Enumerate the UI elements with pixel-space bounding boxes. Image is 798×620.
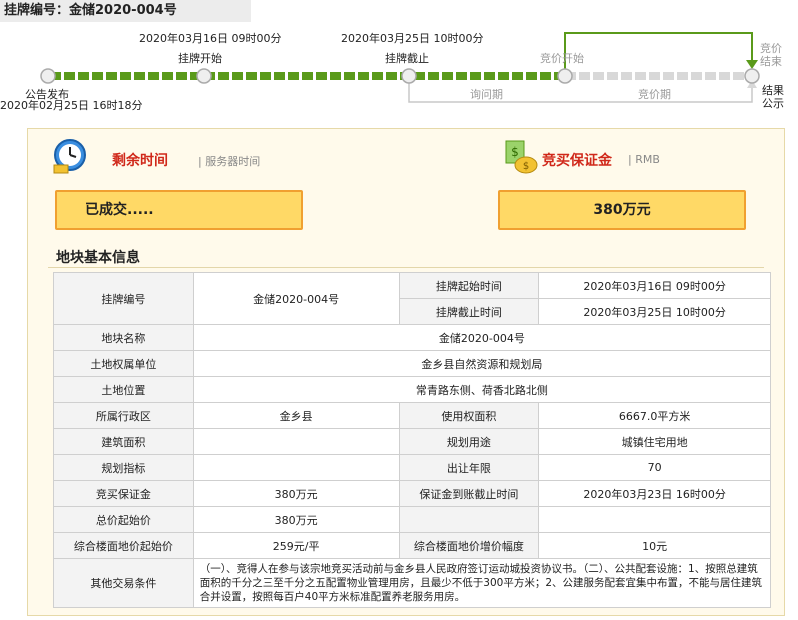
cell-value: 70	[538, 454, 771, 481]
table-row: 所属行政区 金乡县 使用权面积 6667.0平方米	[53, 402, 771, 429]
cell-key: 挂牌截止时间	[398, 298, 540, 325]
cell-value: 380万元	[192, 506, 400, 533]
node-listing-start	[196, 68, 212, 84]
table-row: 其他交易条件 （一）、竞得人在参与该宗地竞买活动前与金乡县人民政府签订运动城投资…	[53, 558, 772, 608]
cell-value: 金储2020-004号	[192, 272, 400, 325]
cell-value: 金乡县自然资源和规划局	[192, 350, 772, 377]
cell-key: 挂牌编号	[53, 272, 194, 325]
deposit-value-box: 380万元	[498, 190, 746, 230]
cell-empty	[538, 506, 771, 533]
cell-key: 建筑面积	[53, 428, 194, 455]
node-announce	[40, 68, 56, 84]
cell-value: 城镇住宅用地	[538, 428, 771, 455]
node-bidding-end	[744, 68, 760, 84]
section-title: 地块基本信息	[56, 250, 140, 266]
phase-bidding: 竞价期	[638, 88, 671, 101]
cell-value	[192, 428, 400, 455]
deposit-unit-label: | RMB	[628, 153, 660, 166]
table-row: 地块名称 金储2020-004号	[53, 324, 772, 351]
cell-empty	[398, 506, 540, 533]
table-row: 挂牌编号 金储2020-004号 挂牌起始时间 2020年03月16日 09时0…	[53, 272, 771, 325]
table-row: 土地位置 常青路东侧、荷香北路北侧	[53, 376, 772, 403]
money-bag-icon: $ $	[505, 140, 538, 174]
deposit-label: 竞买保证金	[542, 153, 612, 169]
bidding-end-label: 竞价结束	[760, 42, 782, 68]
listing-start-label: 挂牌开始	[178, 52, 222, 65]
server-time-label[interactable]: | 服务器时间	[198, 153, 260, 169]
cell-key: 规划用途	[398, 428, 540, 455]
cell-value	[192, 454, 400, 481]
cell-value: 259元/平	[192, 532, 400, 559]
cell-value-long: （一）、竞得人在参与该宗地竞买活动前与金乡县人民政府签订运动城投资协议书。（二）…	[192, 558, 772, 608]
cell-key: 土地位置	[53, 376, 194, 403]
cell-key: 保证金到账截止时间	[398, 480, 540, 507]
listing-end-label: 挂牌截止	[385, 52, 429, 65]
land-info-table: 挂牌编号 金储2020-004号 挂牌起始时间 2020年03月16日 09时0…	[53, 272, 772, 608]
cell-value: 2020年03月16日 09时00分	[538, 272, 771, 299]
phase-bracket	[408, 82, 753, 103]
cell-key: 总价起始价	[53, 506, 194, 533]
cell-value: 2020年03月23日 16时00分	[538, 480, 771, 507]
cell-key: 出让年限	[398, 454, 540, 481]
table-row: 竞买保证金 380万元 保证金到账截止时间 2020年03月23日 16时00分	[53, 480, 771, 507]
remaining-time-box: 已成交.....	[55, 190, 303, 230]
listing-number-header: 挂牌编号：金储2020-004号	[0, 0, 251, 22]
progress-timeline: 2020年03月16日 09时00分 挂牌开始 2020年03月25日 10时0…	[0, 22, 798, 122]
cell-key: 综合楼面地价起始价	[53, 532, 194, 559]
table-row: 综合楼面地价起始价 259元/平 综合楼面地价增价幅度 10元	[53, 532, 771, 559]
table-row: 土地权属单位 金乡县自然资源和规划局	[53, 350, 772, 377]
announce-time: 2020年02月25日 16时18分	[0, 99, 143, 112]
cell-key: 挂牌起始时间	[398, 272, 540, 299]
bidding-start-label: 竞价开始	[540, 52, 584, 65]
cell-key: 其他交易条件	[53, 558, 194, 608]
cell-key: 地块名称	[53, 324, 194, 351]
cell-value: 380万元	[192, 480, 400, 507]
result-label: 结果公示	[762, 84, 784, 110]
svg-text:$: $	[523, 161, 529, 172]
cell-key: 规划指标	[53, 454, 194, 481]
table-row: 建筑面积 规划用途 城镇住宅用地	[53, 428, 771, 455]
node-listing-end	[401, 68, 417, 84]
timeline-arrow-head-icon	[746, 60, 758, 69]
auction-panel: 剩余时间 | 服务器时间 $ $ 竞买保证金 | RMB 已成交..... 38…	[27, 128, 785, 616]
listing-end-time: 2020年03月25日 10时00分	[341, 32, 484, 45]
cell-value: 常青路东侧、荷香北路北侧	[192, 376, 772, 403]
table-row: 总价起始价 380万元	[53, 506, 771, 533]
cell-value: 6667.0平方米	[538, 402, 771, 429]
cell-value: 10元	[538, 532, 771, 559]
cell-value: 金乡县	[192, 402, 400, 429]
listing-start-time: 2020年03月16日 09时00分	[139, 32, 282, 45]
phase-inquiry: 询问期	[470, 88, 503, 101]
cell-key: 竞买保证金	[53, 480, 194, 507]
table-row: 规划指标 出让年限 70	[53, 454, 771, 481]
cell-key: 土地权属单位	[53, 350, 194, 377]
timeline-arrow-line	[564, 32, 753, 70]
svg-text:$: $	[511, 145, 519, 159]
remaining-time-label: 剩余时间	[112, 153, 168, 169]
cell-value: 2020年03月25日 10时00分	[538, 298, 771, 325]
cell-key: 所属行政区	[53, 402, 194, 429]
cell-key: 使用权面积	[398, 402, 540, 429]
cell-value: 金储2020-004号	[192, 324, 772, 351]
section-divider	[48, 267, 764, 268]
clock-icon	[53, 139, 86, 174]
node-bidding-start	[557, 68, 573, 84]
cell-key: 综合楼面地价增价幅度	[398, 532, 540, 559]
